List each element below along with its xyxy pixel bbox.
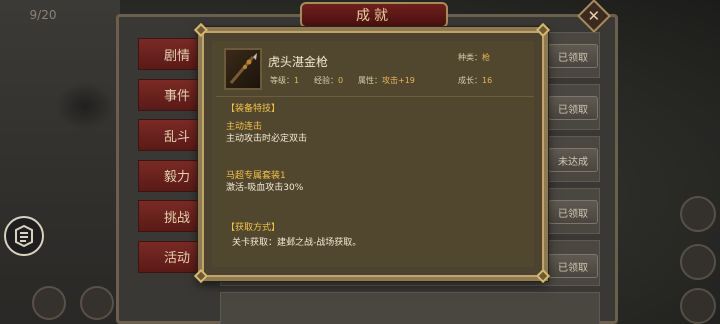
item-growth-value: 16 <box>482 76 493 85</box>
item-level-value: 1 <box>294 76 300 85</box>
menu-icon-2[interactable] <box>80 286 114 320</box>
claim-button[interactable]: 已领取 <box>548 44 598 68</box>
item-exp-label: 经验： <box>314 76 338 85</box>
claim-button[interactable]: 已领取 <box>548 96 598 120</box>
item-exp: 经验：0 <box>314 75 343 86</box>
item-attr-label: 属性： <box>358 76 382 85</box>
item-type: 种类：枪 <box>458 52 490 63</box>
item-attr-value: 攻击+19 <box>382 76 415 85</box>
item-level: 等级：1 <box>270 75 299 86</box>
left-panel <box>0 0 120 324</box>
skill1-desc: 主动攻击时必定双击 <box>226 134 308 144</box>
claim-button[interactable]: 已领取 <box>548 254 598 278</box>
item-growth: 成长：16 <box>458 75 492 86</box>
skill2-desc: 激活-吸血攻击30% <box>226 183 304 193</box>
progress-counter: 9/20 <box>29 8 57 22</box>
item-type-value: 枪 <box>482 53 490 62</box>
source-header: 【获取方式】 <box>226 223 281 233</box>
close-icon: ✕ <box>587 6 601 25</box>
item-name: 虎头湛金枪 <box>268 55 329 69</box>
side-icon-2[interactable] <box>680 244 716 280</box>
scroll-icon[interactable] <box>4 216 44 256</box>
item-exp-value: 0 <box>338 76 344 85</box>
side-icon-1[interactable] <box>680 196 716 232</box>
menu-icon-1[interactable] <box>32 286 66 320</box>
item-attr: 属性：攻击+19 <box>358 75 415 86</box>
spear-glyph-icon <box>229 53 257 84</box>
item-level-label: 等级： <box>270 76 294 85</box>
item-type-label: 种类： <box>458 53 482 62</box>
claim-button[interactable]: 已领取 <box>548 200 598 224</box>
scroll-glyph-icon <box>15 224 33 248</box>
character-silhouette <box>55 82 115 130</box>
header-divider <box>216 96 534 97</box>
spear-icon <box>224 48 262 90</box>
side-icon-3[interactable] <box>680 288 716 324</box>
item-growth-label: 成长： <box>458 76 482 85</box>
source-desc: 关卡获取：建邺之战-战场获取。 <box>232 238 362 248</box>
achievement-title: 成就 <box>300 2 448 28</box>
skills-header: 【装备特技】 <box>226 104 281 114</box>
achievement-row <box>220 292 600 324</box>
claim-button[interactable]: 未达成 <box>548 148 598 172</box>
